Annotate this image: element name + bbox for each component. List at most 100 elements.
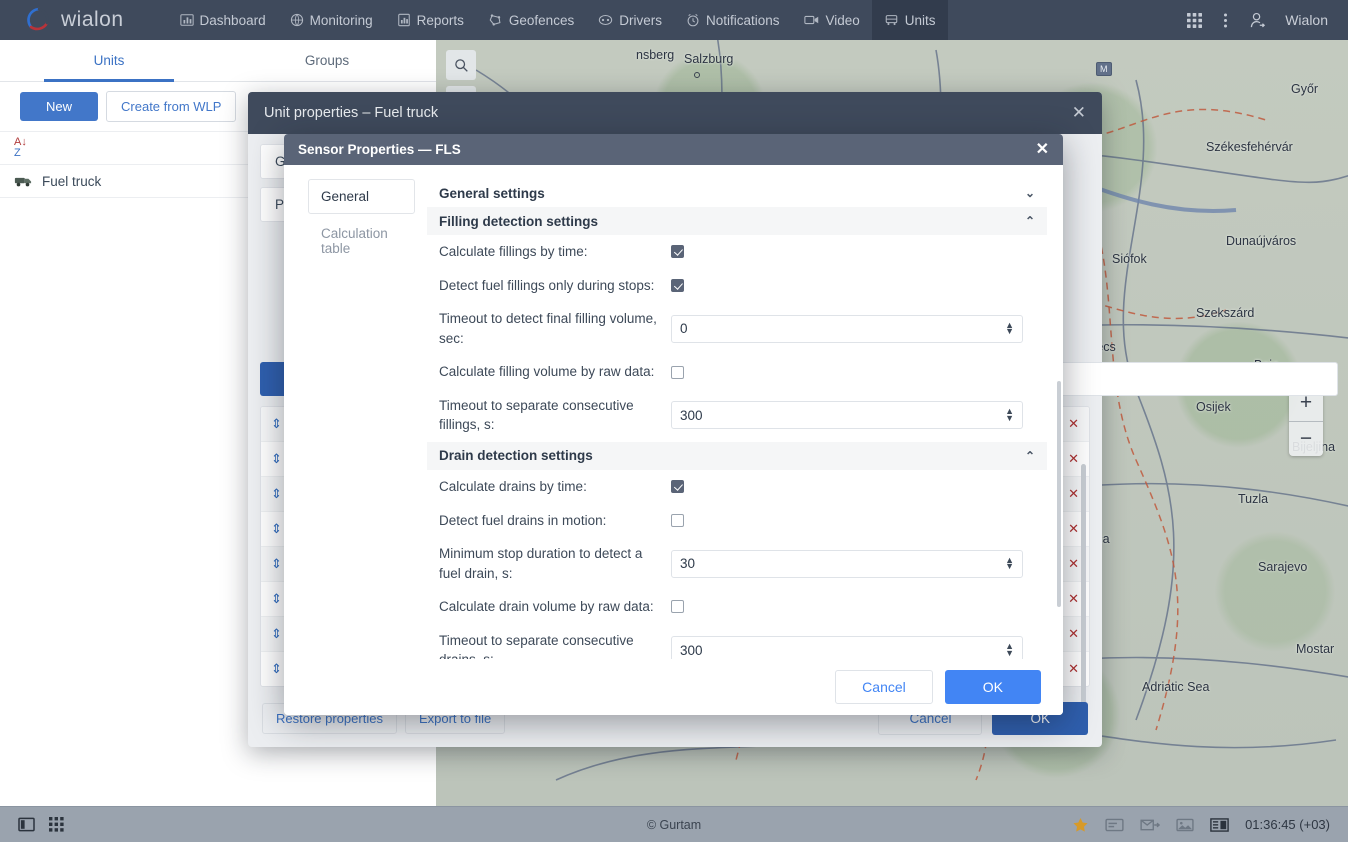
delete-x-icon[interactable]: ✕: [1068, 416, 1079, 432]
fuel-truck-icon: [14, 177, 32, 187]
delete-x-icon[interactable]: ✕: [1068, 626, 1079, 642]
kebab-menu-icon[interactable]: [1215, 6, 1236, 35]
image-icon[interactable]: [1176, 818, 1194, 832]
spinner-arrows-icon[interactable]: ▲ ▼: [1005, 320, 1014, 336]
field-label: Minimum stop duration to detect a fuel d…: [439, 546, 643, 581]
map-label: Salzburg: [684, 52, 734, 66]
calculate-drains-by-time-checkbox[interactable]: [671, 480, 684, 494]
nav-item-geofences[interactable]: Geofences: [476, 0, 586, 40]
field-calculate-drains-by-time: Calculate drains by time:: [427, 470, 1047, 504]
section-header-filling-detection[interactable]: Filling detection settings ⌃: [427, 207, 1047, 235]
calculate-fillings-by-time-checkbox[interactable]: [671, 245, 684, 259]
nav-item-monitoring[interactable]: Monitoring: [278, 0, 385, 40]
bus-icon: [885, 15, 898, 26]
spinner-arrows-icon[interactable]: ▲ ▼: [1005, 555, 1014, 571]
alarm-clock-icon: [687, 13, 699, 27]
brand-name: wialon: [61, 8, 124, 31]
nav-item-video[interactable]: Video: [792, 0, 872, 40]
map-zoom-controls[interactable]: + −: [1289, 386, 1323, 456]
bottom-left-group: [0, 817, 64, 832]
sensor-ok-button[interactable]: OK: [944, 670, 1041, 704]
sensor-tab-calculation-table[interactable]: Calculation table: [308, 216, 415, 266]
delete-x-icon[interactable]: ✕: [1068, 661, 1079, 677]
delete-x-icon[interactable]: ✕: [1068, 451, 1079, 467]
create-from-wlp-button[interactable]: Create from WLP: [106, 91, 237, 122]
field-calculate-fillings-by-time: Calculate fillings by time:: [427, 235, 1047, 269]
delete-x-icon[interactable]: ✕: [1068, 521, 1079, 537]
sensor-tab-general[interactable]: General: [308, 179, 415, 214]
sensor-dialog-footer: Cancel OK: [284, 659, 1063, 715]
field-label: Timeout to detect final filling volume, …: [439, 311, 657, 346]
unit-dialog-titlebar: Unit properties – Fuel truck ✕: [248, 92, 1102, 134]
panel-toggle-icon[interactable]: [18, 817, 35, 832]
map-search-button[interactable]: [446, 50, 476, 80]
sensor-properties-dialog: Sensor Properties — FLS ✕ General Calcul…: [284, 134, 1063, 715]
wialon-logo-icon: [26, 7, 52, 33]
sensor-settings-scroll[interactable]: General settings ⌄ Filling detection set…: [427, 179, 1047, 659]
nav-item-dashboard[interactable]: Dashboard: [168, 0, 278, 40]
sensor-dialog-title: Sensor Properties — FLS: [298, 142, 461, 157]
sensor-cancel-button[interactable]: Cancel: [835, 670, 933, 704]
new-button[interactable]: New: [20, 92, 99, 121]
delete-x-icon[interactable]: ✕: [1068, 591, 1079, 607]
layout-icon[interactable]: [1210, 817, 1229, 832]
chevron-down-icon[interactable]: ⌄: [1025, 186, 1035, 200]
tab-units[interactable]: Units: [0, 40, 218, 82]
nav-label: Units: [904, 12, 936, 28]
field-label: Timeout to separate consecutive fillings…: [439, 397, 634, 433]
tab-groups[interactable]: Groups: [218, 40, 436, 81]
chart-bar-icon: [179, 14, 194, 26]
field-label: Calculate drains by time:: [439, 478, 587, 494]
mail-forward-icon[interactable]: [1140, 818, 1161, 832]
section-header-drain-detection[interactable]: Drain detection settings ⌃: [427, 441, 1047, 470]
section-header-general-settings[interactable]: General settings ⌄: [427, 179, 1047, 207]
minimum-stop-duration-input[interactable]: 30 ▲ ▼: [671, 549, 1023, 578]
timeout-separate-consecutive-fillings-input[interactable]: 300 ▲ ▼: [671, 401, 1023, 430]
map-label: Adriatic Sea: [1142, 680, 1210, 694]
detect-fuel-fillings-only-during-stops-checkbox[interactable]: [671, 278, 684, 292]
delete-x-icon[interactable]: ✕: [1068, 556, 1079, 572]
map-label: Osijek: [1196, 400, 1231, 414]
chevron-up-icon[interactable]: ⌃: [1025, 449, 1035, 463]
unit-list-scrollbar[interactable]: [1081, 464, 1086, 724]
top-navigation-bar: wialon Dashboard Monitoring Reports Geof…: [0, 0, 1348, 40]
nav-item-notifications[interactable]: Notifications: [674, 0, 792, 40]
map-label: Siófok: [1112, 252, 1147, 266]
spinner-arrows-icon[interactable]: ▲ ▼: [1005, 407, 1014, 423]
timeout-separate-consecutive-drains-input[interactable]: 300 ▲ ▼: [671, 636, 1023, 659]
nav-item-reports[interactable]: Reports: [385, 0, 476, 40]
field-detect-drains-in-motion: Detect fuel drains in motion:: [427, 504, 1047, 538]
delete-x-icon[interactable]: ✕: [1068, 486, 1079, 502]
calculate-filling-volume-by-raw-data-checkbox[interactable]: [671, 365, 684, 379]
nav-item-drivers[interactable]: Drivers: [586, 0, 674, 40]
sort-az-icon[interactable]: A↓ Z: [14, 137, 27, 159]
field-calculate-filling-volume-raw: Calculate filling volume by raw data:: [427, 355, 1047, 389]
map-zoom-out-button[interactable]: −: [1289, 422, 1323, 457]
field-label: Timeout to separate consecutive drains, …: [439, 632, 634, 659]
section-title: Filling detection settings: [439, 213, 599, 229]
grid-icon[interactable]: [49, 817, 64, 832]
brand-logo[interactable]: wialon: [26, 7, 124, 33]
section-title: Drain detection settings: [439, 448, 593, 464]
sensor-settings-scrollbar[interactable]: [1057, 381, 1061, 607]
grid-apps-icon[interactable]: [1178, 6, 1211, 35]
close-icon[interactable]: ✕: [1072, 103, 1086, 123]
user-switch-icon[interactable]: [1240, 5, 1275, 36]
spinner-arrows-icon[interactable]: ▲ ▼: [1005, 642, 1014, 658]
detect-fuel-drains-in-motion-checkbox[interactable]: [671, 513, 684, 527]
calculate-drain-volume-by-raw-data-checkbox[interactable]: [671, 600, 684, 614]
map-label: Szekszárd: [1196, 306, 1255, 320]
nav-item-units[interactable]: Units: [871, 0, 948, 40]
nav-label: Notifications: [705, 12, 780, 28]
sensor-dialog-tabs: General Calculation table: [284, 165, 415, 659]
star-icon[interactable]: [1072, 817, 1089, 833]
close-icon[interactable]: ✕: [1036, 141, 1049, 158]
bottom-right-group: 01:36:45 (+03): [1072, 817, 1348, 833]
chevron-up-icon[interactable]: ⌃: [1025, 214, 1035, 228]
sort-letter-z: Z: [14, 147, 21, 159]
field-timeout-final-filling-volume: Timeout to detect final filling volume, …: [427, 302, 1047, 355]
report-icon: [397, 13, 410, 27]
user-name[interactable]: Wialon: [1285, 12, 1328, 28]
card-icon[interactable]: [1105, 818, 1124, 832]
timeout-final-filling-volume-input[interactable]: 0 ▲ ▼: [671, 314, 1023, 343]
